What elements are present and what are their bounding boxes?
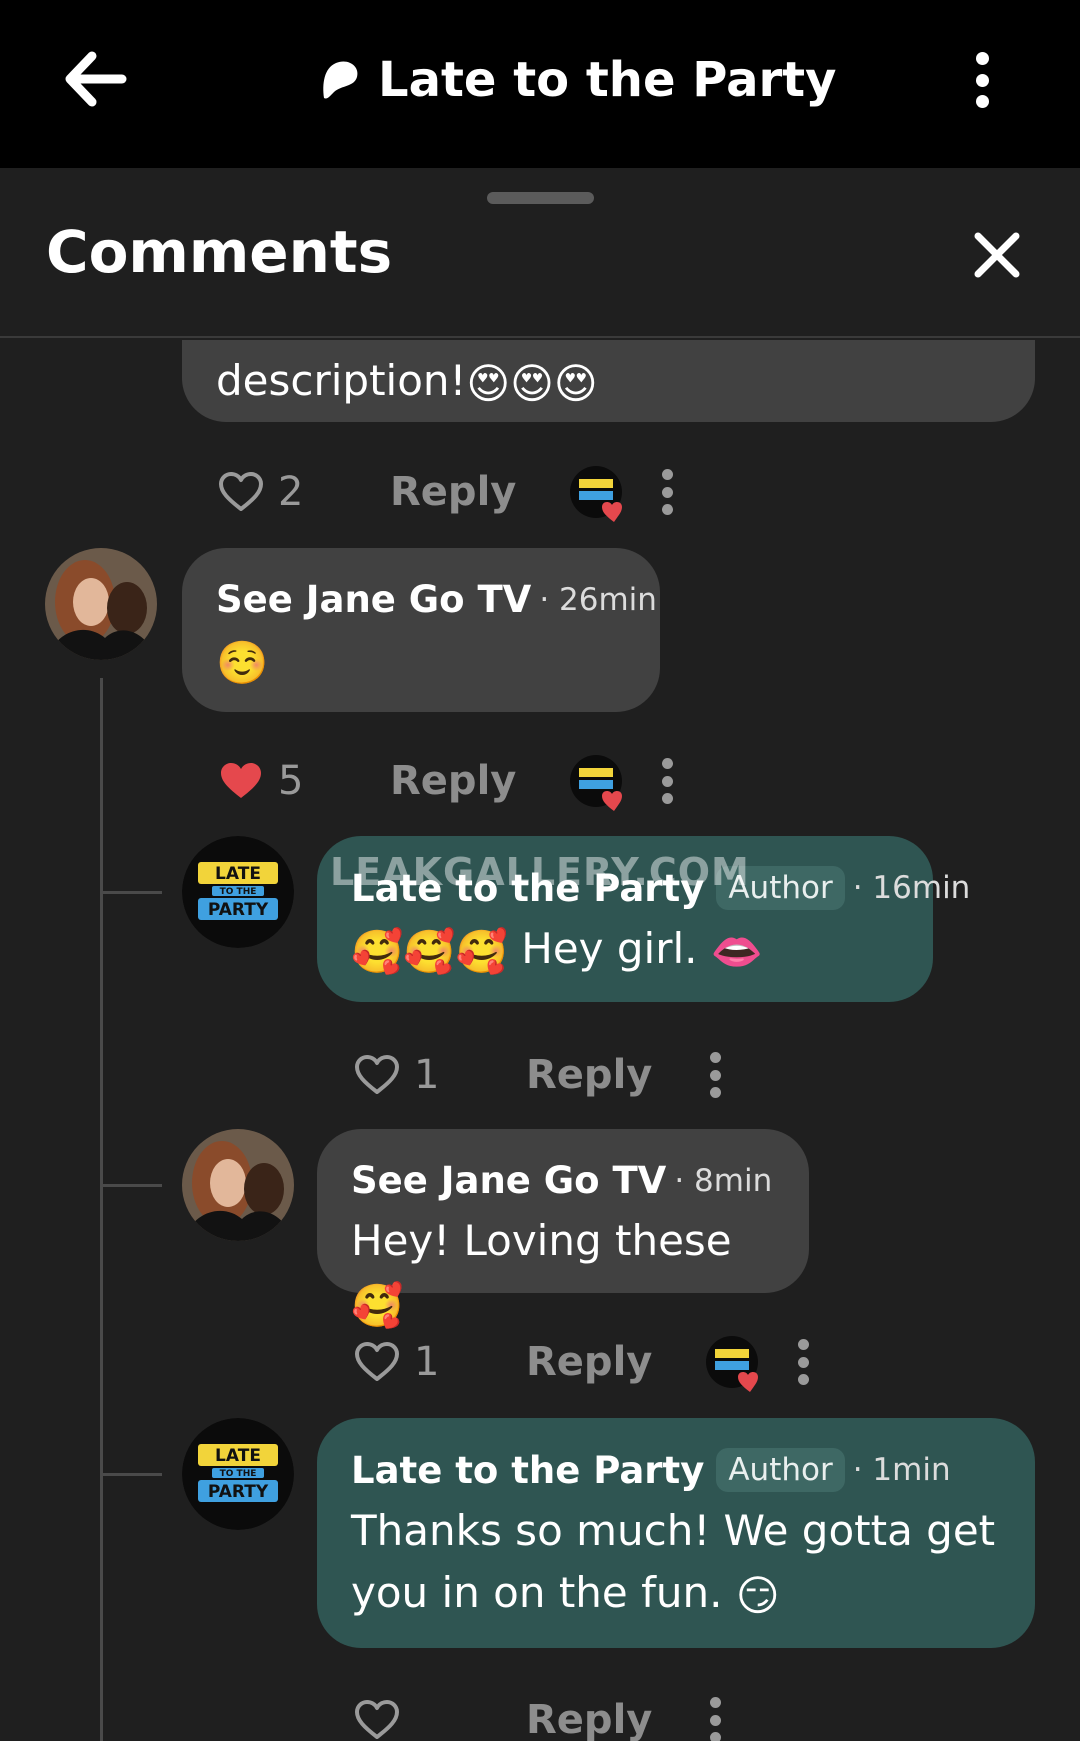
comment-actions: 5 Reply [218,751,674,811]
comment-text: 🥰🥰🥰 Hey girl. 👄 [351,918,899,983]
watermark: LEAKGALLERY.COM [330,850,750,894]
close-icon[interactable] [972,230,1022,280]
reply-button[interactable]: Reply [390,758,516,804]
patreon-logo-icon [323,61,358,99]
smiling-face-emoji: ☺️ [216,637,269,687]
comment-actions: Reply [354,1690,722,1741]
comment-text: description!😍😍😍 [216,350,1001,415]
comment-timestamp: · 26min [539,581,657,618]
back-arrow-icon[interactable] [62,50,128,108]
app-title-group[interactable]: Late to the Party [320,48,836,112]
comment-actions: 2 Reply [218,462,674,522]
like-count: 5 [278,758,304,804]
comment-timestamp: · 8min [674,1162,773,1199]
svg-text:TO THE: TO THE [220,1469,257,1479]
top-app-bar: Late to the Party [0,0,1080,168]
svg-text:PARTY: PARTY [208,900,269,920]
smiling-hearts-emoji: 🥰🥰🥰 [351,926,508,976]
heart-outline-icon[interactable] [354,1341,400,1383]
heart-outline-icon[interactable] [354,1699,400,1741]
comment-author[interactable]: See Jane Go TV [216,578,531,621]
reply-button[interactable]: Reply [390,469,516,515]
reply-button[interactable]: Reply [526,1339,652,1385]
comment-bubble: See Jane Go TV · 26min ☺️ [182,548,660,712]
comment-bubble: description!😍😍😍 [182,340,1035,422]
like-count: 1 [414,1339,440,1385]
drag-handle[interactable] [487,192,594,204]
comment-actions: 1 Reply [354,1332,810,1392]
page-title: Late to the Party [378,52,837,108]
author-badge: Author [716,1448,845,1492]
svg-text:PARTY: PARTY [208,1482,269,1502]
svg-text:LATE: LATE [215,864,261,884]
creator-avatar[interactable]: LATE TO THE PARTY [182,836,294,948]
comment-more-icon[interactable] [708,1052,722,1098]
comment-bubble: See Jane Go TV · 8min Hey! Loving these … [317,1129,809,1330]
heart-filled-icon[interactable] [218,760,264,802]
comment-more-icon[interactable] [660,469,674,515]
creator-avatar[interactable]: LATE TO THE PARTY [182,1418,294,1530]
heart-eyes-emoji: 😍😍😍 [466,358,598,408]
comment-timestamp: · 16min [852,870,971,906]
comment-more-icon[interactable] [708,1697,722,1741]
comment-text: Hey! Loving these 🥰 [351,1210,775,1337]
reply-button[interactable]: Reply [526,1697,652,1741]
like-count: 1 [414,1052,440,1098]
comment-timestamp: · 1min [852,1452,951,1488]
creator-heart-avatar [706,1336,759,1392]
avatar[interactable] [45,548,157,660]
smirking-face-emoji: 😏 [735,1570,780,1620]
thread-connector-line [100,678,103,1741]
heart-outline-icon[interactable] [218,471,264,513]
smiling-hearts-emoji: 🥰 [351,1280,404,1330]
heart-outline-icon[interactable] [354,1054,400,1096]
comments-title: Comments [46,218,393,286]
lips-emoji: 👄 [710,926,764,976]
more-options-icon[interactable] [968,52,996,108]
comment-text: ☺️ [216,629,626,694]
creator-heart-avatar [570,466,623,522]
comment-bubble-author: Late to the Party Author · 1min Thanks s… [317,1418,1035,1648]
comments-list[interactable]: description!😍😍😍 2 Reply See Jane Go TV ·… [0,340,1080,1741]
avatar[interactable] [182,1129,294,1241]
comment-author[interactable]: See Jane Go TV [351,1159,666,1202]
comment-more-icon[interactable] [660,758,674,804]
svg-text:TO THE: TO THE [220,887,257,897]
comments-sheet-header: Comments [0,168,1080,338]
svg-text:LATE: LATE [215,1446,261,1466]
like-count: 2 [278,469,304,515]
comment-text: Thanks so much! We gotta get you in on t… [351,1500,1001,1627]
creator-heart-avatar [570,755,623,811]
comment-actions: 1 Reply [354,1045,722,1105]
comment-author[interactable]: Late to the Party [351,1449,704,1492]
comment-more-icon[interactable] [796,1339,810,1385]
reply-button[interactable]: Reply [526,1052,652,1098]
